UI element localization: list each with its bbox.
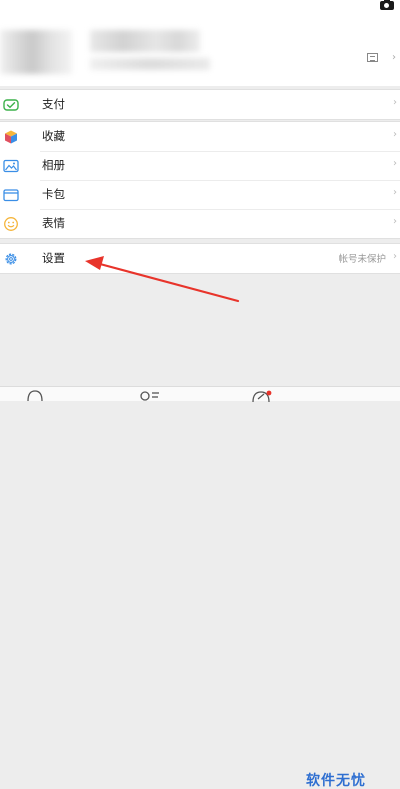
album-icon xyxy=(3,159,19,173)
menu-item-payment[interactable]: 支付 › xyxy=(0,90,400,119)
camera-icon[interactable] xyxy=(380,0,394,10)
chevron-right-icon: › xyxy=(393,187,397,198)
emoji-icon xyxy=(4,217,18,231)
profile-id-blurred xyxy=(90,58,210,70)
profile-header[interactable]: › xyxy=(0,0,400,86)
menu-item-album[interactable]: 相册 › xyxy=(0,151,400,180)
card-wallet-icon xyxy=(3,189,19,202)
menu-item-favorites[interactable]: 收藏 › xyxy=(0,122,400,151)
chevron-right-icon: › xyxy=(393,251,397,262)
contacts-icon[interactable] xyxy=(138,390,160,402)
settings-gear-icon xyxy=(5,253,17,265)
avatar[interactable] xyxy=(0,30,72,74)
discover-icon[interactable] xyxy=(250,390,272,402)
menu-group-settings: 设置 帐号未保护 › xyxy=(0,243,400,274)
menu-item-label: 收藏 xyxy=(42,129,65,143)
menu-item-emoji[interactable]: 表情 › xyxy=(0,209,400,238)
menu-item-settings[interactable]: 设置 帐号未保护 › xyxy=(0,244,400,273)
menu-item-label: 相册 xyxy=(42,158,65,172)
profile-name-blurred xyxy=(90,30,200,52)
menu-item-label: 支付 xyxy=(42,97,65,111)
favorites-cube-icon xyxy=(5,130,17,144)
chevron-right-icon: › xyxy=(393,97,397,108)
menu-item-card-wallet[interactable]: 卡包 › xyxy=(0,180,400,209)
chevron-right-icon: › xyxy=(393,129,397,140)
chevron-right-icon: › xyxy=(393,216,397,227)
menu-group-content: 收藏 › 相册 › 卡包 › 表情 › xyxy=(0,121,400,239)
bottom-tab-bar: 软件无忧 xyxy=(0,386,400,789)
menu-item-label: 表情 xyxy=(42,216,65,230)
watermark-text: 软件无忧 xyxy=(306,773,366,789)
chats-icon[interactable] xyxy=(26,390,44,402)
payment-icon xyxy=(3,99,19,111)
account-protection-status: 帐号未保护 xyxy=(338,254,386,265)
menu-item-label: 设置 xyxy=(42,251,65,265)
menu-group-payment: 支付 › xyxy=(0,89,400,120)
qr-code-icon[interactable] xyxy=(367,53,378,62)
menu-item-label: 卡包 xyxy=(42,187,65,201)
chevron-right-icon: › xyxy=(393,158,397,169)
chevron-right-icon: › xyxy=(392,52,396,63)
